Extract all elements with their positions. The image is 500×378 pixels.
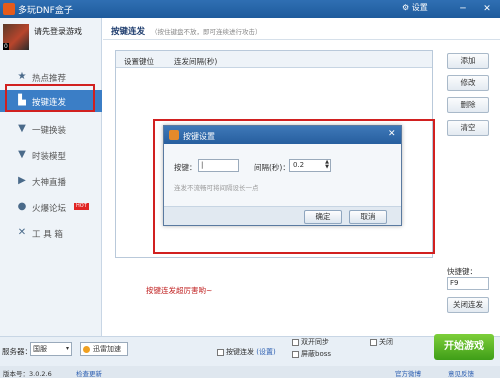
server-select[interactable]: 国服 ▾ xyxy=(30,342,72,356)
add-button[interactable]: 添加 xyxy=(447,53,489,69)
minimize-button[interactable]: ─ xyxy=(452,0,474,18)
main-header: 按键连发 （按住键盘不放，即可连续进行攻击） xyxy=(103,18,500,40)
sidebar-item-live[interactable]: ▶ 大神直播 xyxy=(0,170,102,192)
dual-checkbox-row[interactable]: 双开同步 xyxy=(292,337,329,347)
close-button[interactable]: ✕ xyxy=(476,0,498,18)
shirt-icon: ▼ xyxy=(18,123,26,134)
burst-settings-link[interactable]: (设置) xyxy=(256,348,275,356)
sidebar-item-forum[interactable]: ● 火爆论坛 HOT xyxy=(0,196,102,218)
close-checkbox-label: 关闭 xyxy=(379,338,393,346)
dialog-title-bar: 按键设置 ✕ xyxy=(164,126,401,144)
close-checkbox-row[interactable]: 关闭 xyxy=(370,337,393,347)
key-input[interactable]: | xyxy=(198,159,239,172)
sidebar: 0 请先登录游戏 ★ 热点推荐 ▙ 按键连发 ▼ 一键换装 ▼ 时装模型 ▶ 大… xyxy=(0,18,102,336)
sidebar-item-label: 火爆论坛 xyxy=(32,204,67,214)
table-header: 设置键位 连发间隔(秒) xyxy=(116,51,432,68)
server-value: 国服 xyxy=(33,345,47,353)
tools-icon: ✕ xyxy=(17,227,27,238)
delete-button[interactable]: 删除 xyxy=(447,97,489,113)
title-bar: 多玩DNF盒子 ⚙ 设置 ─ ✕ xyxy=(0,0,500,18)
sidebar-item-label: 热点推荐 xyxy=(32,74,67,84)
app-logo-icon xyxy=(3,3,15,15)
dialog-logo-icon xyxy=(169,130,179,140)
accelerate-label: 迅雷加速 xyxy=(93,345,121,353)
sidebar-item-label: 工 具 箱 xyxy=(32,230,63,240)
login-prompt[interactable]: 请先登录游戏 xyxy=(34,26,82,37)
play-icon: ▶ xyxy=(18,175,26,186)
dual-checkbox[interactable] xyxy=(292,338,299,346)
boss-checkbox[interactable] xyxy=(292,350,299,358)
close-burst-button[interactable]: 关闭连发 xyxy=(447,297,489,313)
dual-checkbox-label: 双开同步 xyxy=(301,338,329,346)
boss-checkbox-label: 屏蔽boss xyxy=(301,350,332,358)
check-update-link[interactable]: 检查更新 xyxy=(76,368,102,378)
stepper-arrows-icon[interactable]: ▲ ▼ xyxy=(325,160,329,170)
sidebar-highlight-box xyxy=(5,84,95,112)
interval-stepper[interactable]: 0.2 ▲ ▼ xyxy=(289,159,331,172)
server-label: 服务器： xyxy=(2,347,32,356)
feedback-link[interactable]: 意见反馈 xyxy=(448,368,474,378)
dialog-close-button[interactable]: ✕ xyxy=(388,129,396,139)
window-title: 多玩DNF盒子 xyxy=(18,6,73,16)
sidebar-item-label: 时装模型 xyxy=(32,152,67,162)
settings-button[interactable]: ⚙ 设置 xyxy=(402,2,428,13)
shortcut-label: 快捷键： xyxy=(447,267,477,276)
edit-button[interactable]: 修改 xyxy=(447,75,489,91)
start-game-button[interactable]: 开始游戏 xyxy=(434,334,494,360)
column-interval: 连发间隔(秒) xyxy=(174,57,218,66)
key-label: 按键： xyxy=(174,163,197,172)
promo-text: 按键连发超厉害哟~ xyxy=(146,286,213,295)
interval-value: 0.2 xyxy=(293,161,305,169)
interval-label: 间隔(秒)： xyxy=(254,163,290,172)
dialog-title: 按键设置 xyxy=(183,132,215,141)
page-hint: （按住键盘不放，即可连续进行攻击） xyxy=(151,28,262,36)
close-checkbox[interactable] xyxy=(370,338,377,346)
boss-checkbox-row[interactable]: 屏蔽boss xyxy=(292,349,331,359)
sidebar-item-tools[interactable]: ✕ 工 具 箱 xyxy=(0,222,102,244)
weibo-link[interactable]: 官方微博 xyxy=(395,368,421,378)
clothes-icon: ▼ xyxy=(18,149,26,160)
column-key: 设置键位 xyxy=(124,57,154,66)
avatar-badge: 0 xyxy=(3,43,9,50)
burst-checkbox-row[interactable]: 按键连发 (设置) xyxy=(217,347,276,357)
key-settings-dialog: 按键设置 ✕ 按键： | 间隔(秒)： 0.2 ▲ ▼ 连发不流畅可将间隔设长一点… xyxy=(163,125,402,226)
status-bar: 版本号：3.0.2.6 检查更新 官方微博 意见反馈 xyxy=(0,366,500,378)
chevron-down-icon: ▾ xyxy=(65,345,69,352)
avatar[interactable]: 0 xyxy=(3,24,29,50)
star-icon: ★ xyxy=(17,71,27,82)
burst-checkbox[interactable] xyxy=(217,348,224,356)
thunder-icon xyxy=(83,346,90,353)
sidebar-item-outfit[interactable]: ▼ 一键换装 xyxy=(0,118,102,140)
ok-button[interactable]: 确定 xyxy=(304,210,342,224)
dialog-footer: 确定 取消 xyxy=(164,206,401,225)
settings-label: 设置 xyxy=(411,3,428,12)
accelerate-button[interactable]: 迅雷加速 xyxy=(80,342,128,356)
burst-checkbox-label: 按键连发 xyxy=(226,348,254,356)
version-text: 版本号：3.0.2.6 xyxy=(3,370,52,378)
sidebar-item-label: 一键换装 xyxy=(32,126,67,136)
dialog-hint: 连发不流畅可将间隔设长一点 xyxy=(174,184,259,192)
clear-button[interactable]: 清空 xyxy=(447,120,489,136)
chat-icon: ● xyxy=(17,201,27,212)
sidebar-item-fashion[interactable]: ▼ 时装模型 xyxy=(0,144,102,166)
page-title: 按键连发 xyxy=(111,27,146,37)
cancel-button[interactable]: 取消 xyxy=(349,210,387,224)
hot-badge: HOT xyxy=(74,203,89,210)
shortcut-input[interactable]: F9 xyxy=(447,277,489,290)
sidebar-item-label: 大神直播 xyxy=(32,178,67,188)
